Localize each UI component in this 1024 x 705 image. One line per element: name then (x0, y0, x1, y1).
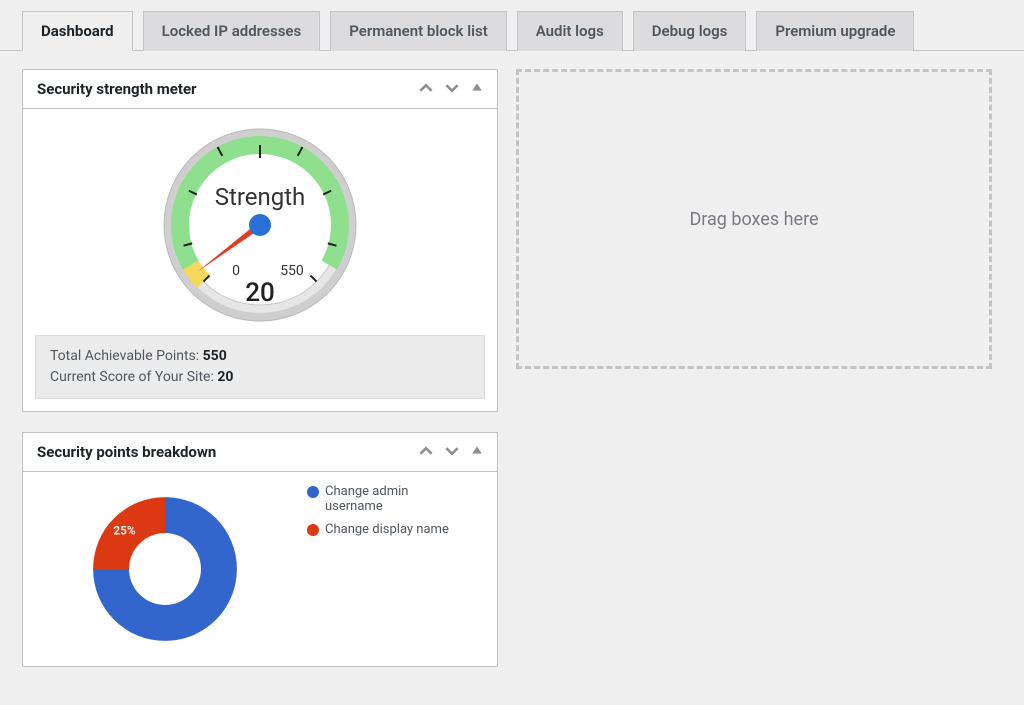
toggle-icon[interactable] (471, 81, 483, 98)
column-right: Drag boxes here (516, 69, 992, 687)
gauge-max: 550 (280, 263, 304, 279)
tab-locked-ip[interactable]: Locked IP addresses (143, 11, 321, 51)
tab-debug-logs[interactable]: Debug logs (633, 11, 747, 51)
widget-title: Security strength meter (37, 80, 197, 98)
gauge: Strength 0 550 20 (35, 121, 485, 335)
legend-swatch-icon (307, 524, 319, 536)
drop-zone[interactable]: Drag boxes here (516, 69, 992, 369)
move-up-icon[interactable] (419, 444, 433, 461)
tab-dashboard[interactable]: Dashboard (22, 11, 133, 51)
legend-item: Change display name (307, 522, 457, 537)
widget-body: 25% Change admin username Change display… (23, 472, 497, 666)
legend-label: Change admin username (325, 484, 457, 514)
widget-body: Strength 0 550 20 Total Achievable Point… (23, 109, 497, 411)
gauge-label: Strength (215, 183, 306, 211)
total-points-value: 550 (203, 348, 227, 364)
tab-audit-logs[interactable]: Audit logs (517, 11, 623, 51)
current-score-label: Current Score of Your Site: (50, 369, 217, 385)
gauge-min: 0 (232, 263, 240, 279)
widget-security-points-breakdown: Security points breakdown (22, 432, 498, 667)
widget-controls (419, 444, 483, 461)
donut-slice-label: 25% (113, 523, 135, 537)
legend-item: Change admin username (307, 484, 457, 514)
tab-premium-upgrade[interactable]: Premium upgrade (756, 11, 914, 51)
move-down-icon[interactable] (445, 81, 459, 98)
widget-header[interactable]: Security strength meter (23, 70, 497, 109)
gauge-value: 20 (245, 278, 275, 308)
move-up-icon[interactable] (419, 81, 433, 98)
widget-header[interactable]: Security points breakdown (23, 433, 497, 472)
toggle-icon[interactable] (471, 444, 483, 461)
column-left: Security strength meter (22, 69, 498, 687)
tab-permanent-block-list[interactable]: Permanent block list (330, 11, 507, 51)
total-points-label: Total Achievable Points: (50, 348, 203, 364)
gauge-info-box: Total Achievable Points: 550 Current Sco… (35, 335, 485, 399)
tab-strip: Dashboard Locked IP addresses Permanent … (0, 10, 1024, 51)
move-down-icon[interactable] (445, 444, 459, 461)
drop-zone-label: Drag boxes here (689, 209, 818, 230)
gauge-hub (249, 214, 271, 236)
donut-legend: Change admin username Change display nam… (307, 484, 457, 654)
current-score-value: 20 (217, 369, 233, 385)
dashboard-content: Security strength meter (0, 51, 1024, 705)
widget-security-strength-meter: Security strength meter (22, 69, 498, 412)
widget-title: Security points breakdown (37, 443, 216, 461)
donut-chart: 25% (35, 484, 295, 654)
legend-swatch-icon (307, 486, 319, 498)
widget-controls (419, 81, 483, 98)
current-score-row: Current Score of Your Site: 20 (50, 367, 470, 388)
total-points-row: Total Achievable Points: 550 (50, 346, 470, 367)
legend-label: Change display name (325, 522, 449, 537)
